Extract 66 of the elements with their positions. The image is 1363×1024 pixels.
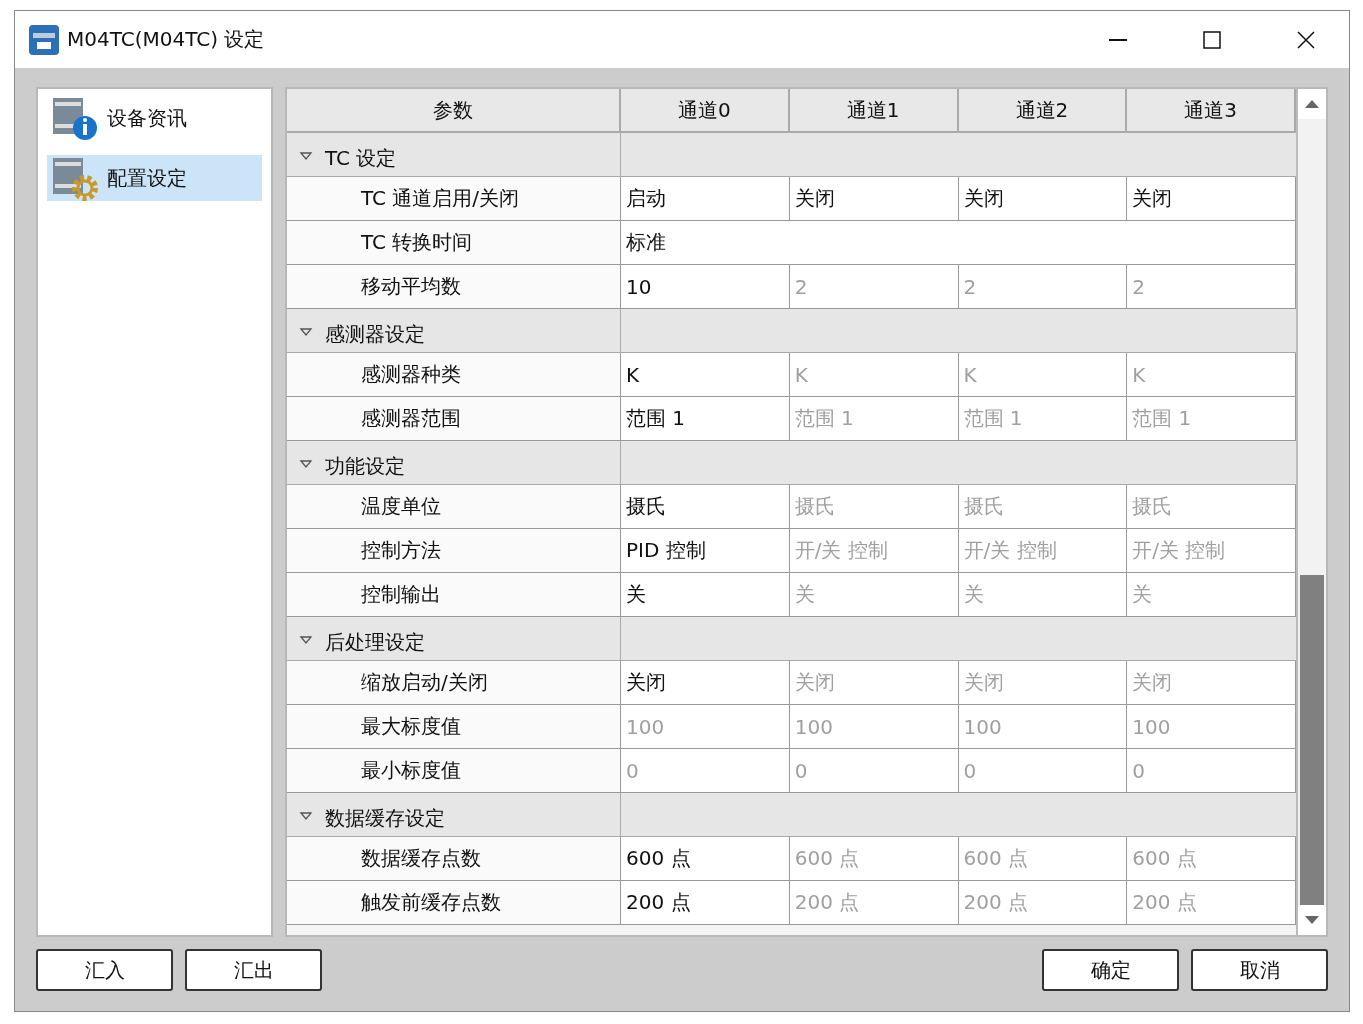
sidebar-item-label: 配置设定 (107, 164, 187, 192)
sidebar-item[interactable]: 设备资讯 (47, 95, 262, 141)
table-cell[interactable]: 10 (621, 265, 790, 309)
column-header: 参数 (287, 89, 621, 133)
parameter-label: 控制方法 (287, 529, 621, 573)
close-icon (1296, 29, 1316, 50)
scrollbar[interactable] (1296, 89, 1326, 935)
collapse-icon[interactable] (299, 634, 313, 646)
app-icon (29, 24, 59, 55)
group-label: 感测器设定 (325, 321, 425, 348)
up-arrow-icon (1305, 100, 1319, 108)
table-cell[interactable]: K (621, 353, 790, 397)
collapse-icon[interactable] (299, 458, 313, 470)
group-header[interactable]: 功能设定 (287, 441, 621, 485)
maximize-icon (1202, 29, 1222, 50)
parameter-label: 感测器范围 (287, 397, 621, 441)
collapse-icon[interactable] (299, 810, 313, 822)
table-cell[interactable]: 关闭 (1127, 177, 1296, 221)
group-label: TC 设定 (325, 145, 397, 172)
minimize-icon (1109, 38, 1127, 41)
parameter-label: 缩放启动/关闭 (287, 661, 621, 705)
down-arrow-icon (1305, 916, 1319, 924)
group-label: 后处理设定 (325, 629, 425, 656)
scrollbar-thumb[interactable] (1300, 575, 1324, 905)
table-cell[interactable]: 600 点 (621, 837, 790, 881)
window-title: M04TC(M04TC) 设定 (67, 26, 266, 53)
parameter-label: 移动平均数 (287, 265, 621, 309)
parameter-label: TC 转换时间 (287, 221, 621, 265)
table-cell[interactable]: PID 控制 (621, 529, 790, 573)
table-cell[interactable]: 启动 (621, 177, 790, 221)
parameter-label: 最小标度值 (287, 749, 621, 793)
parameter-label: TC 通道启用/关闭 (287, 177, 621, 221)
table-cell[interactable]: 关闭 (958, 177, 1128, 221)
column-header: 通道0 (621, 89, 790, 133)
table-cell[interactable]: 关 (621, 573, 790, 617)
parameter-label: 感测器种类 (287, 353, 621, 397)
group-header[interactable]: 后处理设定 (287, 617, 621, 661)
parameter-label: 触发前缓存点数 (287, 881, 621, 925)
column-header: 通道1 (789, 89, 959, 133)
group-header[interactable]: 感测器设定 (287, 309, 621, 353)
group-label: 数据缓存设定 (325, 805, 445, 832)
parameter-label: 温度单位 (287, 485, 621, 529)
dialog-button[interactable]: 汇入 (36, 949, 173, 991)
parameter-label: 控制输出 (287, 573, 621, 617)
parameter-label: 数据缓存点数 (287, 837, 621, 881)
group-label: 功能设定 (325, 453, 405, 480)
table-cell[interactable]: 范围 1 (621, 397, 790, 441)
scroll-up-button[interactable] (1298, 89, 1326, 119)
table-cell[interactable]: 关闭 (789, 177, 959, 221)
sidebar-item[interactable]: 配置设定 (47, 155, 262, 201)
dialog-button[interactable]: 取消 (1191, 949, 1328, 991)
collapse-icon[interactable] (299, 150, 313, 162)
dialog-button[interactable]: 确定 (1042, 949, 1179, 991)
group-header[interactable]: TC 设定 (287, 133, 621, 177)
collapse-icon[interactable] (299, 326, 313, 338)
group-header[interactable]: 数据缓存设定 (287, 793, 621, 837)
table-cell[interactable]: 标准 (621, 221, 1296, 265)
dialog-button[interactable]: 汇出 (185, 949, 322, 991)
sidebar-item-label: 设备资讯 (107, 104, 187, 132)
table-cell[interactable]: 200 点 (621, 881, 790, 925)
scroll-down-button[interactable] (1298, 905, 1326, 935)
parameter-label: 最大标度值 (287, 705, 621, 749)
table-cell[interactable]: 关闭 (621, 661, 790, 705)
column-header: 通道3 (1127, 89, 1296, 133)
table-cell[interactable]: 摄氏 (621, 485, 790, 529)
column-header: 通道2 (958, 89, 1128, 133)
